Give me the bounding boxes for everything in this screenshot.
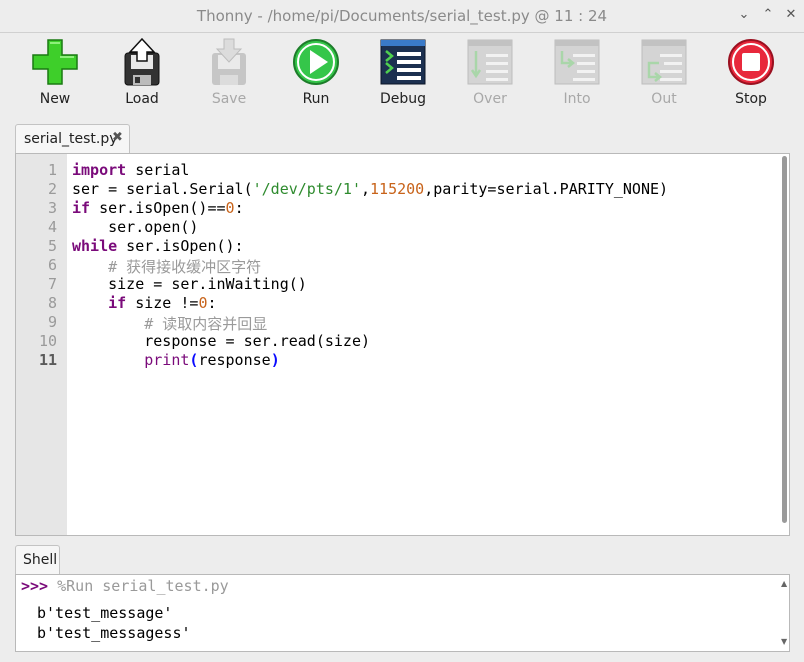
step-out-button[interactable]: Out [624, 37, 704, 111]
shell-output-line: b'test_messagess' [37, 624, 191, 642]
line-number: 7 [47, 275, 57, 293]
code-text: ,parity=serial.PARITY_NONE) [424, 180, 669, 198]
code-line-10: response = ser.read(size) [72, 332, 370, 350]
load-label: Load [125, 91, 159, 107]
step-over-button[interactable]: Over [450, 37, 530, 111]
save-label: Save [211, 91, 247, 107]
code-line-1: import serial [72, 161, 189, 179]
code-text: ser = serial.Serial( [72, 180, 253, 198]
run-button[interactable]: Run [276, 37, 356, 111]
code-text: serial [126, 161, 190, 179]
code-text: response [198, 351, 271, 369]
step-over-label: Over [473, 91, 507, 107]
code-text: response = ser.read(size) [72, 332, 371, 350]
line-number: 8 [47, 294, 57, 312]
shell-scrollbar[interactable]: ▲ ▼ [781, 579, 787, 647]
code-line-6: # 获得接收缓冲区字符 [72, 256, 261, 277]
step-out-icon [641, 39, 687, 85]
line-number: 2 [47, 180, 57, 198]
line-number: 5 [47, 237, 57, 255]
code-line-9: # 读取内容并回显 [72, 313, 267, 334]
string-literal: '/dev/pts/1' [252, 180, 361, 198]
keyword: if [72, 199, 91, 217]
save-icon [212, 38, 246, 85]
load-icon [124, 37, 160, 86]
line-number: 1 [47, 161, 57, 179]
debug-label: Debug [379, 91, 427, 107]
code-editor[interactable]: 1 2 3 4 5 6 7 8 9 10 11 import serial se… [15, 153, 790, 536]
title-bar[interactable]: Thonny - /home/pi/Documents/serial_test.… [0, 0, 804, 33]
minimize-icon[interactable]: ⌄ [736, 7, 752, 23]
number-literal: 115200 [370, 180, 425, 198]
new-icon [32, 39, 78, 85]
code-line-5: while ser.isOpen(): [72, 237, 244, 255]
tab-shell[interactable]: Shell [15, 545, 60, 574]
line-number: 9 [47, 313, 57, 331]
current-line-number: 11 [38, 351, 57, 369]
debug-button[interactable]: Debug [363, 37, 443, 111]
builtin-function: print [144, 351, 190, 369]
paren-close: ) [270, 351, 280, 369]
editor-scrollbar[interactable] [780, 156, 788, 526]
keyword: if [108, 294, 127, 312]
shell-prompt: >>> [21, 577, 49, 595]
step-over-icon [467, 39, 513, 85]
code-text: , [361, 180, 371, 198]
code-text: size != [126, 294, 199, 312]
step-into-button[interactable]: Into [537, 37, 617, 111]
number-literal: 0 [225, 199, 235, 217]
code-text: : [207, 294, 217, 312]
debug-icon [380, 39, 426, 85]
stop-button[interactable]: Stop [711, 37, 791, 111]
window-title: Thonny - /home/pi/Documents/serial_test.… [196, 7, 608, 25]
line-number-gutter: 1 2 3 4 5 6 7 8 9 10 11 [16, 154, 67, 535]
shell-output-line: b'test_message' [37, 604, 173, 622]
code-text: ser.isOpen()== [90, 199, 226, 217]
editor-tab-label: serial_test.py [24, 131, 118, 147]
step-into-icon [554, 39, 600, 85]
code-line-2: ser = serial.Serial('/dev/pts/1',115200,… [72, 180, 668, 198]
scroll-up-icon[interactable]: ▲ [781, 579, 787, 588]
maximize-icon[interactable]: ⌃ [760, 7, 776, 23]
load-button[interactable]: Load [102, 37, 182, 111]
line-number: 10 [38, 332, 57, 350]
code-line-7: size = ser.inWaiting() [72, 275, 307, 293]
line-number: 6 [47, 256, 57, 274]
code-text: ser.open() [72, 218, 199, 236]
run-icon [293, 39, 339, 85]
comment: # 读取内容并回显 [72, 315, 268, 333]
new-button[interactable]: New [15, 37, 95, 111]
step-out-label: Out [651, 91, 677, 107]
line-number: 3 [47, 199, 57, 217]
run-label: Run [302, 91, 330, 107]
code-line-11: print(response) [72, 351, 280, 369]
code-line-8: if size !=0: [72, 294, 217, 312]
keyword: import [72, 161, 127, 179]
stop-label: Stop [735, 91, 767, 107]
line-number: 4 [47, 218, 57, 236]
tab-close-icon[interactable]: ✖ [112, 130, 123, 145]
editor-tab-serial-test[interactable]: serial_test.py ✖ [15, 124, 130, 153]
keyword: while [72, 237, 118, 255]
stop-icon [728, 39, 774, 85]
shell-console[interactable]: >>> %Run serial_test.py b'test_message' … [15, 574, 790, 652]
comment: # 获得接收缓冲区字符 [72, 258, 262, 276]
code-text: ser.isOpen(): [117, 237, 244, 255]
scroll-down-icon[interactable]: ▼ [781, 637, 787, 646]
save-button[interactable]: Save [189, 37, 269, 111]
shell-run-command: %Run serial_test.py [48, 577, 229, 595]
step-into-label: Into [563, 91, 591, 107]
scrollbar-thumb[interactable] [782, 156, 787, 523]
code-text: size = ser.inWaiting() [72, 275, 307, 293]
code-line-3: if ser.isOpen()==0: [72, 199, 244, 217]
close-icon[interactable]: ✕ [783, 7, 799, 23]
shell-tab-label: Shell [23, 552, 58, 568]
code-text: : [234, 199, 244, 217]
new-label: New [39, 91, 71, 107]
code-line-4: ser.open() [72, 218, 198, 236]
toolbar: New Load Save Run Debug Over Into Out St… [0, 33, 804, 115]
shell-run-line: >>> %Run serial_test.py [21, 577, 229, 595]
